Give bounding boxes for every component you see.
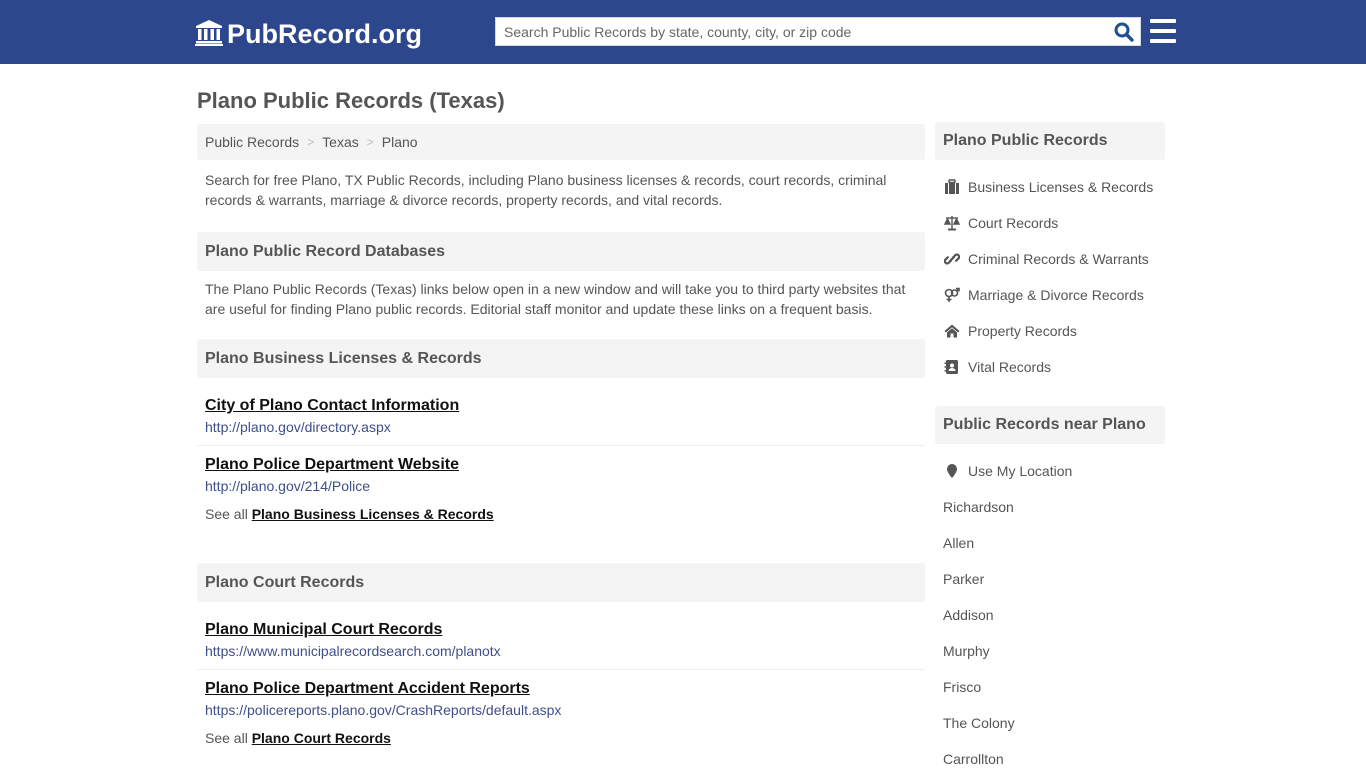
record-link-url[interactable]: https://www.municipalrecordsearch.com/pl… [205,643,917,659]
section-court-records: Plano Court Records Plano Municipal Cour… [197,563,925,746]
sidebar-item-court-records[interactable]: Court Records [935,205,1165,241]
section-heading: Plano Court Records [197,563,925,602]
use-my-location-button[interactable]: Use My Location [935,453,1165,489]
section-business-licenses: Plano Business Licenses & Records City o… [197,339,925,522]
sidebar-records-list: Business Licenses & Records Court Record… [935,169,1165,385]
nearby-city-link[interactable]: Allen [935,525,1165,561]
sidebar-item-marriage-divorce[interactable]: Marriage & Divorce Records [935,277,1165,313]
nearby-city-link[interactable]: Parker [935,561,1165,597]
hamburger-menu-icon-bar [1150,19,1176,23]
balance-scale-icon [943,215,960,231]
venus-mars-icon [943,287,960,303]
home-icon [943,323,960,339]
see-all-link[interactable]: Plano Court Records [252,730,391,746]
section-heading: Plano Business Licenses & Records [197,339,925,378]
record-link-title[interactable]: Plano Police Department Website [205,456,459,474]
nearby-city-link[interactable]: Addison [935,597,1165,633]
briefcase-icon [943,179,960,195]
record-link-title[interactable]: City of Plano Contact Information [205,397,459,415]
sidebar-item-business-licenses[interactable]: Business Licenses & Records [935,169,1165,205]
breadcrumb: Public Records > Texas > Plano [197,124,925,160]
see-all-row: See all Plano Court Records [197,730,925,746]
record-link-item: City of Plano Contact Information http:/… [197,397,925,435]
nearby-city-link[interactable]: Carrollton [935,741,1165,777]
search-input[interactable] [496,18,1106,45]
courthouse-icon [195,19,227,49]
breadcrumb-separator: > [307,135,315,149]
address-book-icon [943,359,960,375]
breadcrumb-item[interactable]: Plano [382,134,418,150]
search-button[interactable] [1112,21,1136,43]
sidebar-item-label: Court Records [968,215,1059,231]
record-link-item: Plano Police Department Accident Reports… [197,680,925,718]
sidebar: Plano Public Records Business Licenses &… [935,122,1165,777]
divider [197,445,925,446]
hamburger-menu-button[interactable] [1150,19,1176,43]
use-my-location-label: Use My Location [968,463,1073,479]
page-title: Plano Public Records (Texas) [197,88,505,113]
databases-text: The Plano Public Records (Texas) links b… [205,281,906,317]
link-icon [943,251,960,267]
top-navigation-bar: PubRecord.org [0,0,1366,64]
record-link-url[interactable]: http://plano.gov/directory.aspx [205,419,917,435]
hamburger-menu-icon-bar [1150,29,1176,33]
hamburger-menu-icon-bar [1150,39,1176,43]
nearby-city-link[interactable]: Murphy [935,633,1165,669]
breadcrumb-separator: > [366,135,374,149]
see-all-prefix: See all [205,506,248,522]
breadcrumb-item[interactable]: Texas [322,134,359,150]
sidebar-nearby-heading: Public Records near Plano [935,406,1165,444]
sidebar-item-criminal-records[interactable]: Criminal Records & Warrants [935,241,1165,277]
nearby-city-link[interactable]: Richardson [935,489,1165,525]
site-logo[interactable]: PubRecord.org [195,17,422,51]
record-link-item: Plano Police Department Website http://p… [197,456,925,494]
see-all-link[interactable]: Plano Business Licenses & Records [252,506,494,522]
sidebar-item-label: Vital Records [968,359,1052,375]
see-all-row: See all Plano Business Licenses & Record… [197,506,925,522]
sidebar-records-heading: Plano Public Records [935,122,1165,160]
nearby-city-link[interactable]: Frisco [935,669,1165,705]
record-link-url[interactable]: http://plano.gov/214/Police [205,478,917,494]
divider [197,669,925,670]
record-link-title[interactable]: Plano Police Department Accident Reports [205,680,530,698]
sidebar-item-vital-records[interactable]: Vital Records [935,349,1165,385]
see-all-prefix: See all [205,730,248,746]
record-link-title[interactable]: Plano Municipal Court Records [205,621,442,639]
nearby-city-link[interactable]: The Colony [935,705,1165,741]
record-link-item: Plano Municipal Court Records https://ww… [197,621,925,659]
record-link-url[interactable]: https://policereports.plano.gov/CrashRep… [205,702,917,718]
sidebar-item-label: Property Records [968,323,1077,339]
main-content: Public Records > Texas > Plano Search fo… [197,124,925,746]
sidebar-item-label: Marriage & Divorce Records [968,287,1144,303]
sidebar-item-label: Business Licenses & Records [968,179,1154,195]
breadcrumb-item[interactable]: Public Records [205,134,299,150]
map-marker-icon [943,463,960,479]
search-box [495,17,1141,46]
sidebar-nearby-list: Use My Location Richardson Allen Parker … [935,453,1165,777]
search-icon [1114,22,1134,42]
logo-text: PubRecord.org [227,18,423,49]
databases-heading: Plano Public Record Databases [197,232,925,271]
sidebar-item-label: Criminal Records & Warrants [968,251,1149,267]
sidebar-item-property-records[interactable]: Property Records [935,313,1165,349]
